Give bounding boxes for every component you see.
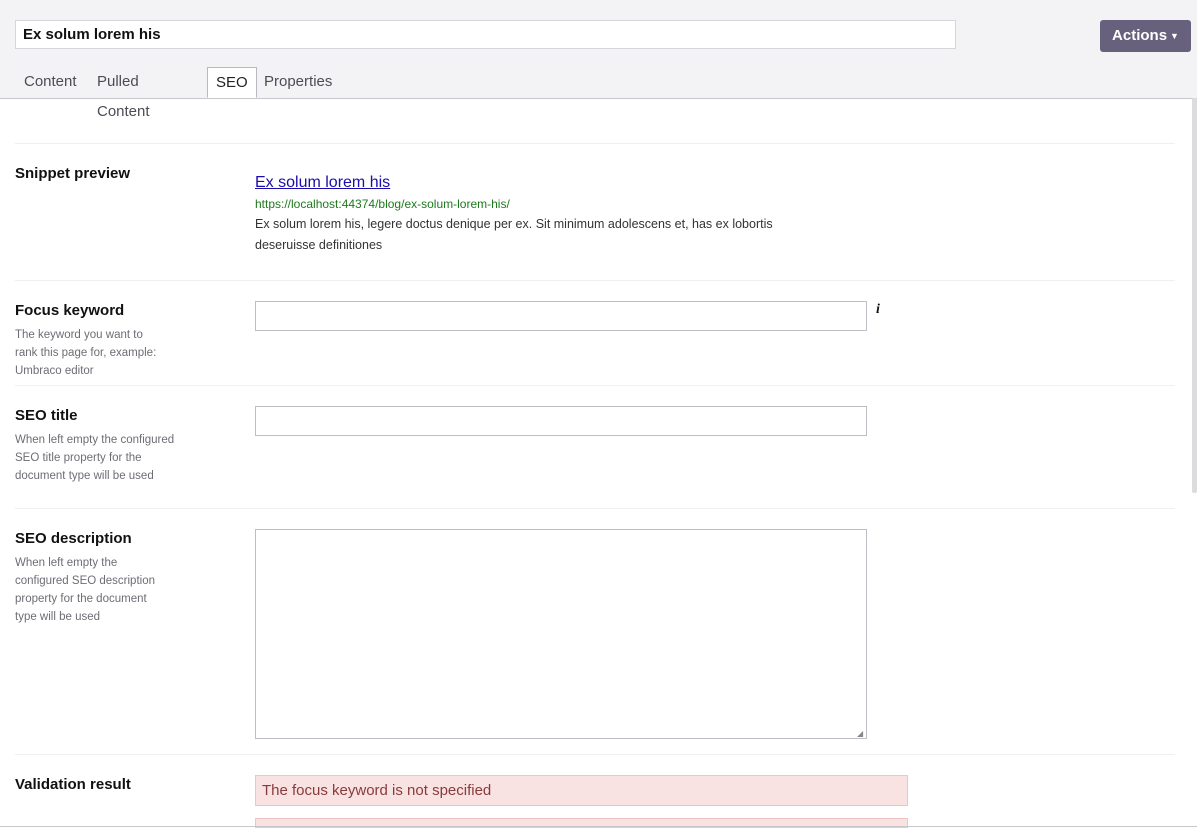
seo-description-description: When left empty the configured SEO descr… <box>15 557 155 623</box>
validation-result-label: Validation result <box>15 776 131 793</box>
snippet-title-link[interactable]: Ex solum lorem his <box>255 174 390 192</box>
snippet-preview-label: Snippet preview <box>15 165 131 182</box>
snippet-url: https://localhost:44374/blog/ex-solum-lo… <box>255 197 510 211</box>
seo-description-label: SEO description <box>15 530 132 547</box>
actions-label: Actions <box>1112 27 1168 44</box>
tab-properties[interactable]: Properties <box>256 67 340 97</box>
divider <box>15 280 1175 281</box>
tab-pulled-content[interactable]: Pulled Content <box>89 67 158 120</box>
tab-content[interactable]: Content <box>16 67 85 97</box>
divider <box>15 508 1175 509</box>
seo-title-label: SEO title <box>15 407 78 424</box>
validation-alert: The focus keyword is not specified <box>255 775 908 806</box>
tab-seo[interactable]: SEO <box>207 67 257 98</box>
divider <box>15 385 1175 386</box>
seo-title-description: When left empty the configured SEO title… <box>15 434 175 482</box>
scrollbar[interactable] <box>1192 98 1197 493</box>
actions-button[interactable]: Actions ▼ <box>1100 20 1191 52</box>
editor-header: Ex solum lorem his Actions ▼ Content Pull… <box>0 0 1197 120</box>
focus-keyword-label: Focus keyword <box>15 302 125 319</box>
caret-down-icon: ▼ <box>1170 31 1179 42</box>
seo-description-textarea[interactable] <box>255 529 867 739</box>
node-name-input[interactable]: Ex solum lorem his <box>15 20 956 49</box>
focus-keyword-description: The keyword you want to rank this page f… <box>15 329 157 377</box>
divider <box>15 754 1175 755</box>
focus-keyword-input[interactable] <box>255 301 867 331</box>
snippet-description: Ex solum lorem his, legere doctus deniqu… <box>255 217 773 252</box>
divider <box>15 143 1175 144</box>
info-icon[interactable]: i <box>876 302 880 318</box>
seo-title-input[interactable] <box>255 406 867 436</box>
resize-handle-icon[interactable]: ◢ <box>857 729 863 738</box>
